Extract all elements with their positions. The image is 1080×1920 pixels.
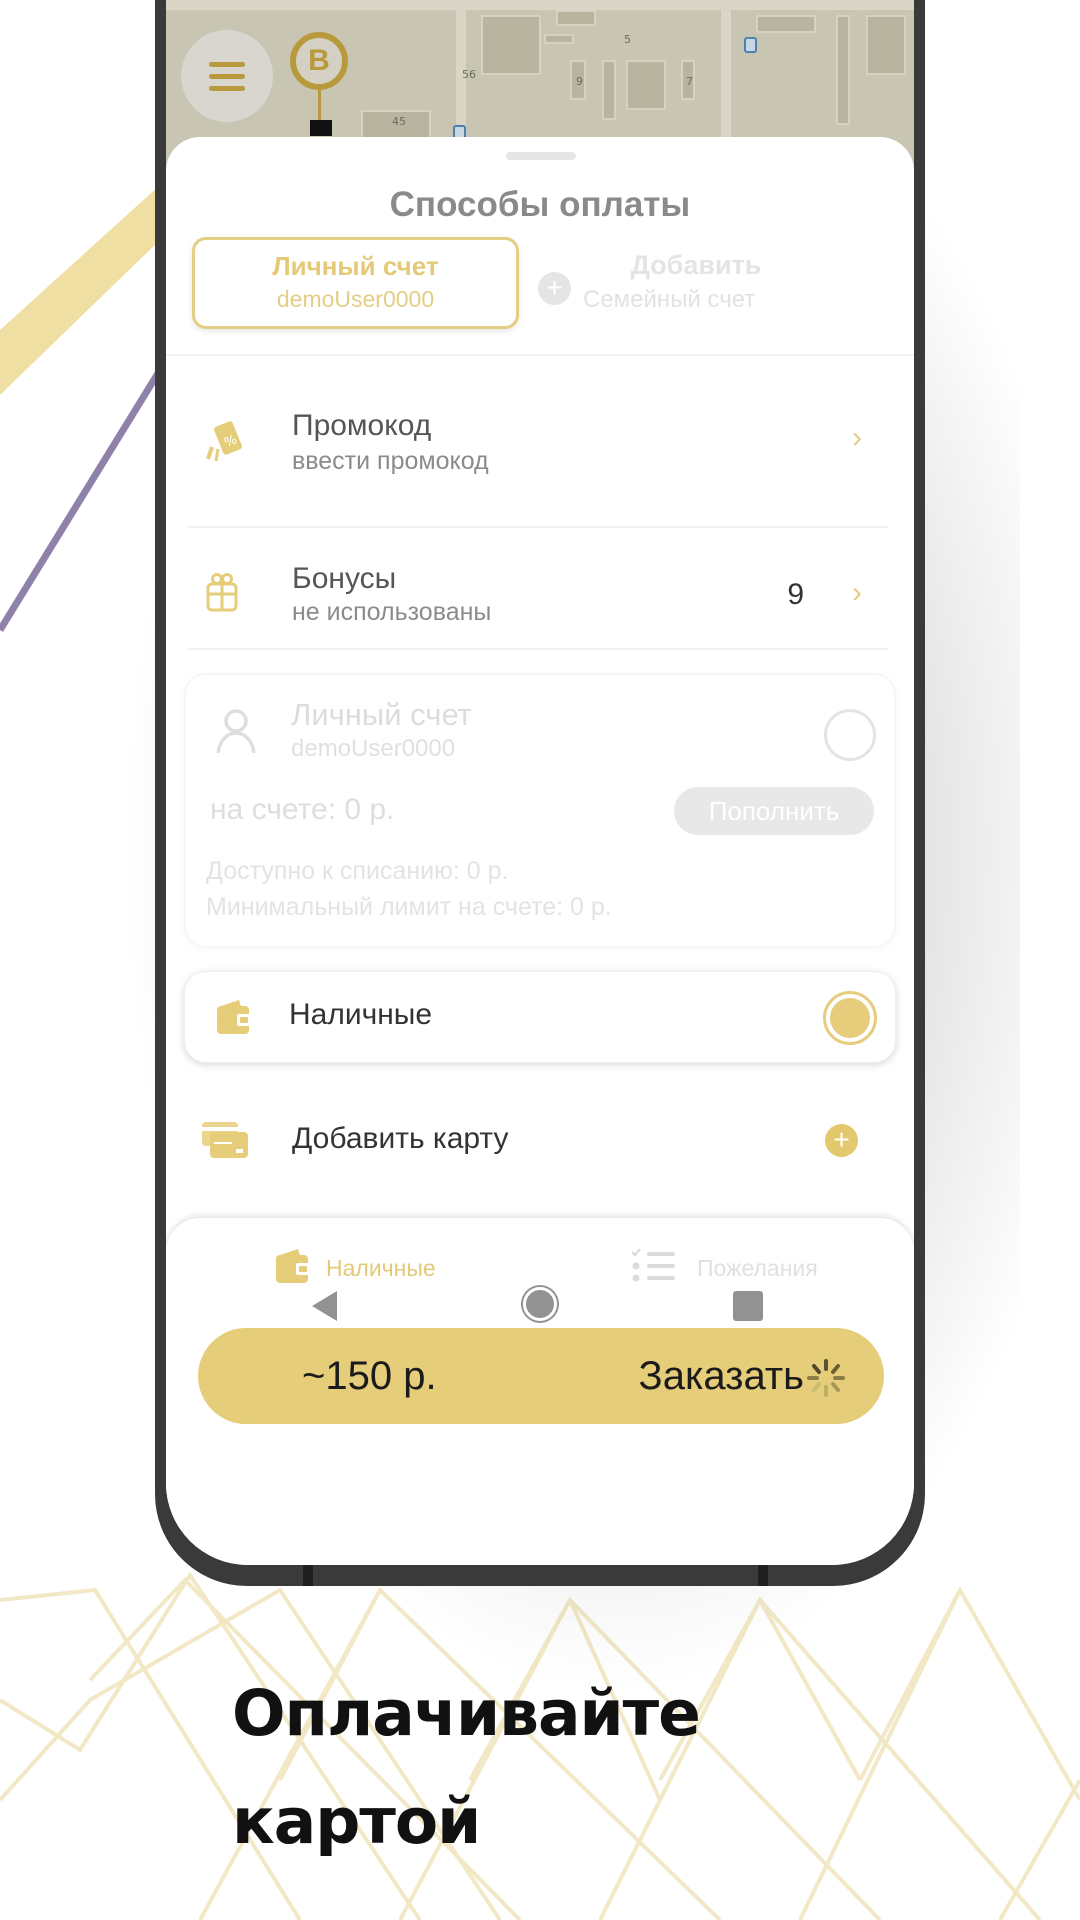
add-family-subtitle: Семейный счет [583, 286, 756, 313]
wallet-icon [215, 998, 253, 1041]
cash-radio-selected[interactable] [823, 991, 877, 1045]
phone-screen: 5 56 9 7 45 B Способы оплаты Личный счет… [166, 0, 914, 1565]
bonuses-count: 9 [787, 578, 804, 611]
plus-circle-icon: + [538, 272, 571, 305]
account-tab-title: Личный счет [272, 251, 439, 281]
personal-account-title: Личный счет [291, 697, 472, 732]
promo-headline: Оплачивайте картой [232, 1660, 701, 1876]
frame-detail [303, 1562, 313, 1586]
destination-pin-icon[interactable]: B [290, 32, 348, 90]
sheet-title: Способы оплаты [389, 185, 691, 224]
house-number: 45 [392, 115, 406, 128]
hamburger-menu-icon[interactable] [181, 30, 273, 122]
bus-stop-icon[interactable] [744, 37, 757, 53]
recents-icon[interactable] [733, 1291, 763, 1321]
drag-handle[interactable] [506, 152, 576, 160]
personal-account-radio[interactable] [824, 709, 876, 761]
headline-line-2: картой [232, 1785, 481, 1858]
home-icon[interactable] [523, 1287, 557, 1321]
order-label: Заказать [638, 1354, 804, 1398]
house-number: 9 [576, 75, 583, 88]
promo-code-row[interactable]: % Промокод ввести промокод › [188, 399, 888, 489]
available-amount: Доступно к списанию: 0 р. [206, 857, 509, 885]
map-building [556, 10, 596, 26]
divider [166, 354, 914, 356]
promo-tag-icon: % [204, 419, 244, 468]
frame-detail [758, 1562, 768, 1586]
back-icon[interactable] [312, 1291, 337, 1321]
bonuses-row[interactable]: Бонусы не использованы 9 › [188, 562, 888, 642]
add-family-account-button[interactable]: + Добавить Семейный счет [538, 242, 898, 322]
min-limit: Минимальный лимит на счете: 0 р. [206, 893, 612, 921]
house-number: 7 [686, 75, 693, 88]
gift-icon [204, 572, 240, 617]
loading-spinner-icon [807, 1359, 845, 1397]
estimated-price: ~150 р. [302, 1354, 437, 1398]
topup-button[interactable]: Пополнить [674, 787, 874, 835]
add-family-title: Добавить [630, 250, 762, 280]
plus-circle-icon[interactable]: + [825, 1124, 858, 1157]
cash-label: Наличные [289, 998, 433, 1031]
divider [188, 648, 888, 650]
house-number: 56 [462, 68, 476, 81]
account-tab-personal[interactable]: Личный счет demoUser0000 [192, 237, 519, 329]
pin-marker [310, 120, 332, 136]
add-card-label: Добавить карту [292, 1122, 509, 1155]
add-card-row[interactable]: Добавить карту + [188, 1122, 888, 1180]
house-number: 5 [624, 33, 631, 46]
account-balance: на счете: 0 р. [210, 793, 395, 826]
divider [188, 526, 888, 528]
bonuses-subtitle: не использованы [292, 598, 492, 626]
map-building [836, 15, 850, 125]
chevron-right-icon: › [852, 576, 862, 609]
personal-account-card[interactable]: Личный счет demoUser0000 на счете: 0 р. … [184, 673, 896, 948]
map-road [166, 0, 914, 10]
system-nav-bar [166, 1265, 914, 1345]
map-building [481, 15, 541, 75]
map-building [626, 60, 666, 110]
personal-account-login: demoUser0000 [291, 735, 456, 762]
promo-title: Промокод [292, 409, 432, 442]
promo-subtitle: ввести промокод [292, 447, 489, 475]
cash-payment-option[interactable]: Наличные [184, 971, 896, 1063]
headline-line-1: Оплачивайте [232, 1677, 701, 1750]
map-building [756, 15, 816, 33]
credit-cards-icon [202, 1120, 248, 1165]
map-building [544, 34, 574, 44]
phone-frame: 5 56 9 7 45 B Способы оплаты Личный счет… [155, 0, 925, 1586]
bonuses-title: Бонусы [292, 562, 397, 595]
user-icon [214, 707, 258, 760]
chevron-right-icon: › [852, 421, 862, 454]
map-building [866, 15, 906, 75]
map-building [602, 60, 616, 120]
account-tab-login: demoUser0000 [276, 286, 435, 312]
